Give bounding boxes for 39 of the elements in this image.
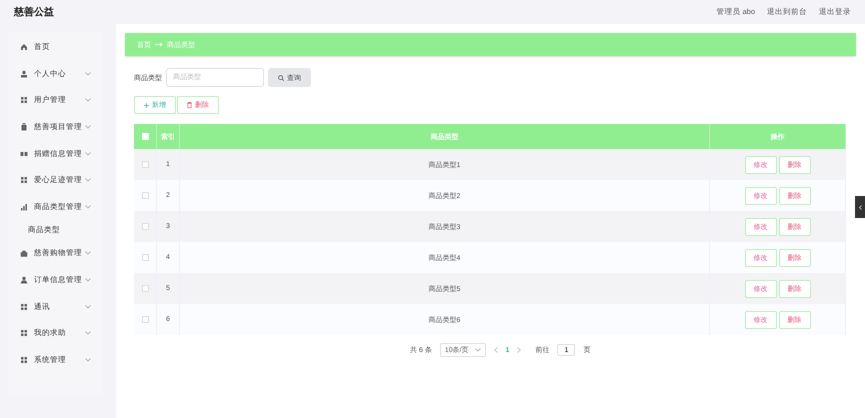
home-icon <box>20 43 28 52</box>
select-all-checkbox[interactable] <box>142 132 148 140</box>
person-icon <box>20 276 28 284</box>
grid-icon <box>20 96 28 104</box>
chevron-down-icon <box>474 348 481 352</box>
grid-icon <box>20 329 28 338</box>
grid-icon <box>20 176 28 184</box>
chevron-down-icon <box>85 125 91 130</box>
row-checkbox[interactable] <box>142 160 148 168</box>
chevron-down-icon <box>85 331 91 336</box>
chevron-down-icon <box>85 98 91 102</box>
search-icon <box>278 74 284 80</box>
bag-icon <box>20 123 28 132</box>
chevron-left-icon <box>858 204 862 210</box>
chevron-left-icon <box>494 347 498 353</box>
chevron-down-icon <box>85 278 91 282</box>
person-icon <box>20 70 28 78</box>
plus-icon <box>144 102 149 108</box>
row-checkbox[interactable] <box>142 222 148 230</box>
chevron-down-icon <box>85 204 91 209</box>
bar-chart-icon <box>20 202 28 211</box>
grid-icon <box>20 302 28 311</box>
row-checkbox[interactable] <box>142 254 148 261</box>
chevron-down-icon <box>85 152 91 156</box>
chevron-down-icon <box>85 304 91 309</box>
row-checkbox[interactable] <box>142 192 148 199</box>
collapse-tab[interactable] <box>855 196 865 218</box>
grid-icon <box>20 356 28 364</box>
chevron-down-icon <box>85 178 91 182</box>
chevron-right-icon <box>517 347 522 353</box>
chevron-down-icon <box>85 251 91 256</box>
arrow-right-icon <box>155 42 163 47</box>
chevron-down-icon <box>85 358 91 362</box>
briefcase-icon <box>20 249 28 258</box>
chevron-down-icon <box>85 72 91 76</box>
row-checkbox[interactable] <box>142 284 148 292</box>
trash-icon <box>187 102 192 108</box>
app-title: 慈善公益 <box>14 5 54 19</box>
row-checkbox[interactable] <box>142 316 148 323</box>
